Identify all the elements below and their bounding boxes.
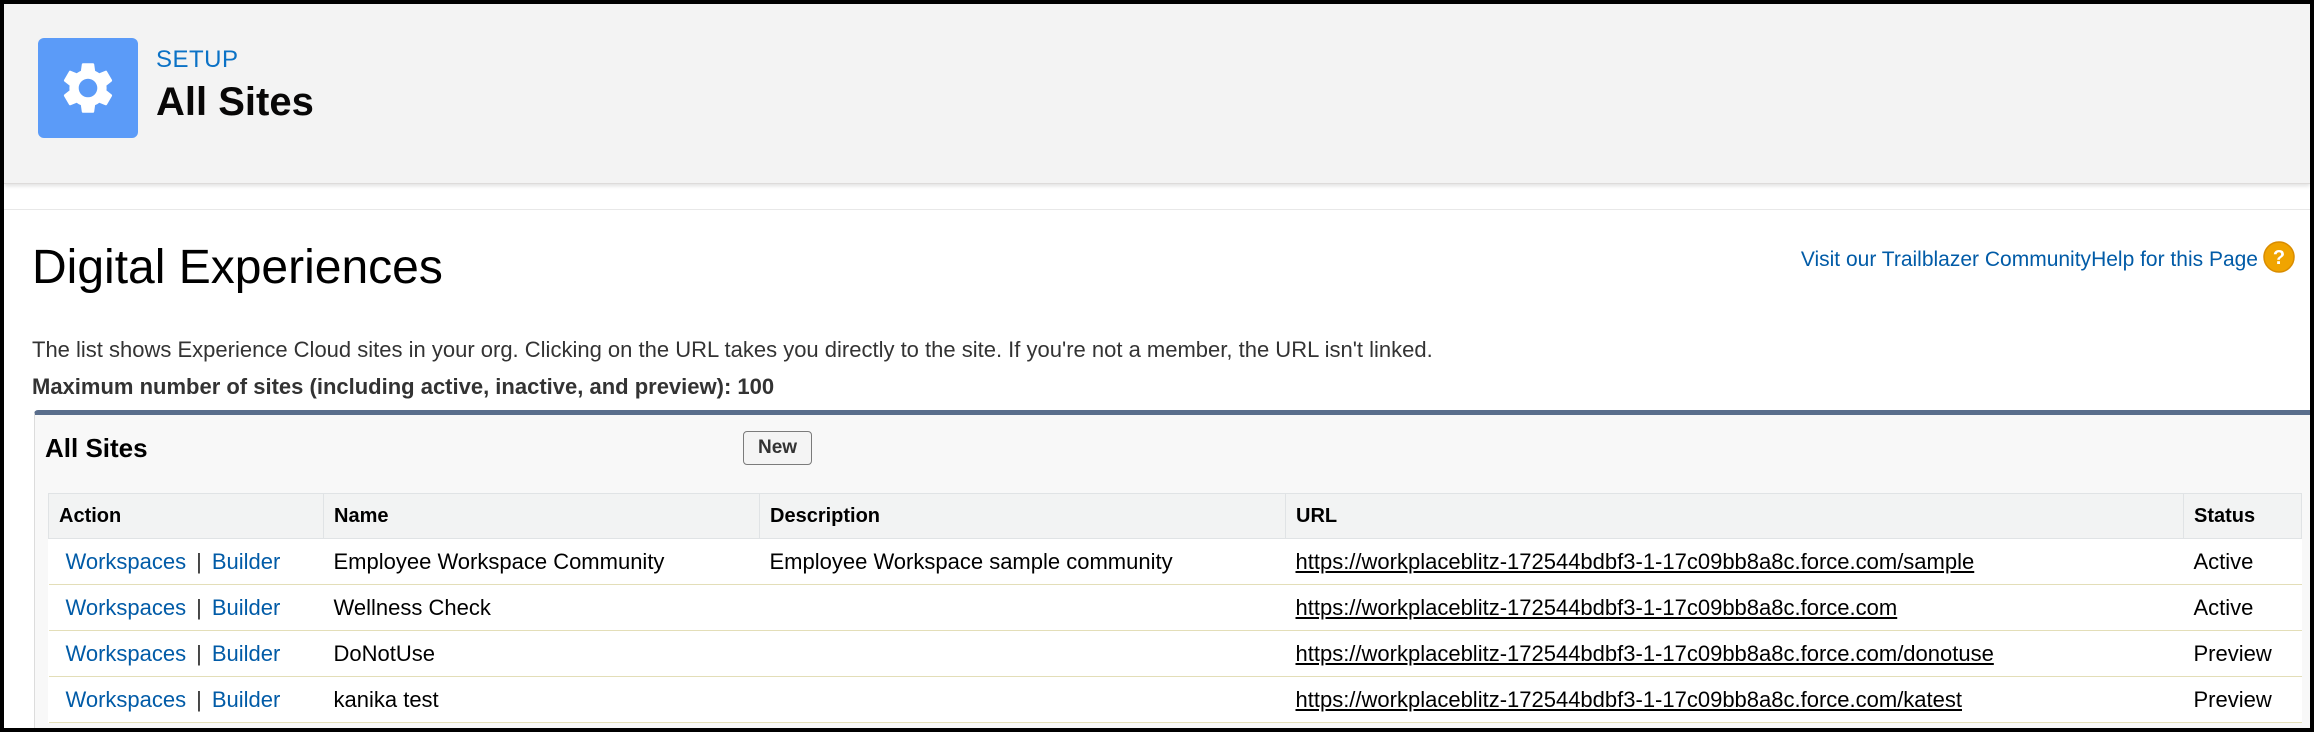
new-site-button[interactable]: New bbox=[743, 431, 813, 465]
site-name: Employee Workspace Community bbox=[323, 538, 760, 585]
setup-header: SETUP All Sites bbox=[4, 4, 2310, 184]
site-url-link[interactable]: https://workplaceblitz-172544bdbf3-1-17c… bbox=[1296, 595, 1898, 620]
trailblazer-community-link[interactable]: Visit our Trailblazer Community bbox=[1801, 248, 2091, 272]
column-header-status: Status bbox=[2183, 493, 2302, 539]
site-url-link[interactable]: https://workplaceblitz-172544bdbf3-1-17c… bbox=[1296, 687, 1963, 712]
builder-link[interactable]: Builder bbox=[205, 641, 287, 666]
workspaces-link[interactable]: Workspaces bbox=[59, 687, 194, 712]
table-row: Workspaces | Builder Employee Workspace Co… bbox=[48, 538, 2302, 585]
site-url-link[interactable]: https://workplaceblitz-172544bdbf3-1-17c… bbox=[1296, 641, 1994, 666]
sites-table: Action Name Description URL Status Works… bbox=[48, 493, 2302, 723]
table-row: Workspaces | Builder Wellness Check https:… bbox=[48, 584, 2302, 631]
panel-title: All Sites bbox=[45, 433, 148, 463]
action-cell: Workspaces | Builder bbox=[48, 538, 324, 585]
all-sites-panel: All Sites New Action Name Description UR… bbox=[34, 410, 2310, 728]
table-header-row: Action Name Description URL Status bbox=[48, 493, 2302, 539]
help-icon[interactable]: ? bbox=[2262, 240, 2296, 274]
site-name: kanika test bbox=[323, 676, 760, 723]
builder-link[interactable]: Builder bbox=[205, 549, 287, 574]
workspaces-link[interactable]: Workspaces bbox=[59, 549, 194, 574]
site-name: Wellness Check bbox=[323, 584, 760, 631]
help-links: Visit our Trailblazer Community Help for … bbox=[1801, 248, 2258, 272]
column-header-name: Name bbox=[323, 493, 760, 539]
site-description bbox=[759, 584, 1286, 631]
url-cell: https://workplaceblitz-172544bdbf3-1-17c… bbox=[1285, 630, 2184, 677]
site-description bbox=[759, 630, 1286, 677]
column-header-action: Action bbox=[48, 493, 324, 539]
page-title: All Sites bbox=[156, 80, 314, 124]
section-title: Digital Experiences bbox=[32, 241, 443, 294]
action-cell: Workspaces | Builder bbox=[48, 676, 324, 723]
page-description: The list shows Experience Cloud sites in… bbox=[32, 337, 1433, 362]
table-row: Workspaces | Builder kanika test https://w… bbox=[48, 676, 2302, 723]
builder-link[interactable]: Builder bbox=[205, 687, 287, 712]
workspaces-link[interactable]: Workspaces bbox=[59, 595, 194, 620]
action-cell: Workspaces | Builder bbox=[48, 630, 324, 677]
action-separator: | bbox=[196, 548, 202, 574]
column-header-url: URL bbox=[1285, 493, 2184, 539]
column-header-description: Description bbox=[759, 493, 1286, 539]
action-cell: Workspaces | Builder bbox=[48, 584, 324, 631]
site-status: Active bbox=[2183, 538, 2302, 585]
builder-link[interactable]: Builder bbox=[205, 595, 287, 620]
help-for-page-link[interactable]: Help for this Page bbox=[2091, 248, 2258, 272]
site-status: Active bbox=[2183, 584, 2302, 631]
gear-icon bbox=[38, 38, 138, 138]
svg-text:?: ? bbox=[2273, 247, 2285, 269]
site-name: DoNotUse bbox=[323, 630, 760, 677]
site-url-link[interactable]: https://workplaceblitz-172544bdbf3-1-17c… bbox=[1296, 549, 1975, 574]
setup-breadcrumb: SETUP bbox=[156, 46, 239, 73]
site-status: Preview bbox=[2183, 676, 2302, 723]
table-row: Workspaces | Builder DoNotUse https://work… bbox=[48, 630, 2302, 677]
action-separator: | bbox=[196, 640, 202, 666]
url-cell: https://workplaceblitz-172544bdbf3-1-17c… bbox=[1285, 538, 2184, 585]
url-cell: https://workplaceblitz-172544bdbf3-1-17c… bbox=[1285, 676, 2184, 723]
site-status: Preview bbox=[2183, 630, 2302, 677]
action-separator: | bbox=[196, 686, 202, 712]
site-description: Employee Workspace sample community bbox=[759, 538, 1286, 585]
max-sites-note: Maximum number of sites (including activ… bbox=[32, 374, 775, 399]
window-frame: SETUP All Sites Digital Experiences Visi… bbox=[0, 0, 2314, 732]
site-description bbox=[759, 676, 1286, 723]
divider bbox=[4, 209, 2310, 210]
url-cell: https://workplaceblitz-172544bdbf3-1-17c… bbox=[1285, 584, 2184, 631]
action-separator: | bbox=[196, 594, 202, 620]
workspaces-link[interactable]: Workspaces bbox=[59, 641, 194, 666]
